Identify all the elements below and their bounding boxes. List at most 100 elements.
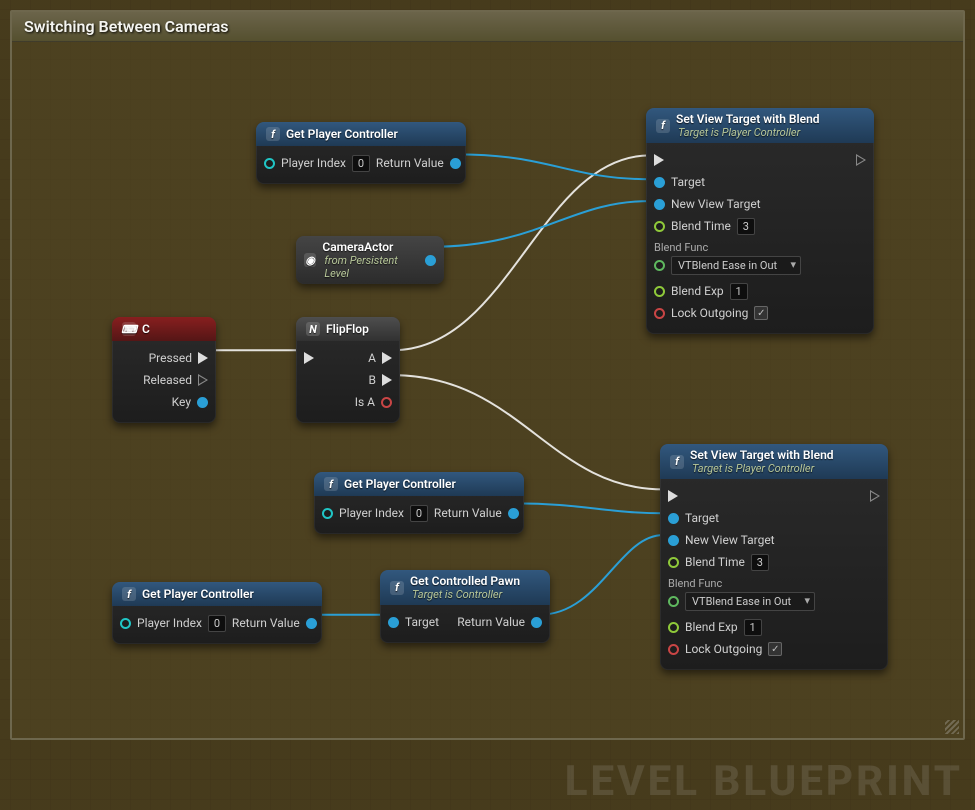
data-in-pin[interactable] (668, 622, 679, 633)
key-icon: ⌨ (122, 322, 136, 336)
lock-outgoing-checkbox[interactable]: ✓ (768, 642, 782, 656)
pin-label: Blend Exp (671, 284, 724, 298)
data-in-pin[interactable] (654, 221, 665, 232)
data-in-pin[interactable] (654, 286, 665, 297)
data-in-pin[interactable] (668, 596, 679, 607)
data-in-pin[interactable] (668, 535, 679, 546)
node-title: Get Player Controller (344, 477, 456, 491)
pin-label: Target (671, 175, 705, 189)
data-out-pin[interactable] (425, 255, 436, 266)
pin-label: Key (172, 395, 191, 409)
node-key-c[interactable]: ⌨ C Pressed Released Key (112, 317, 216, 423)
node-flipflop[interactable]: N FlipFlop A B Is A (296, 317, 400, 423)
data-in-pin[interactable] (668, 644, 679, 655)
node-header[interactable]: f Set View Target with Blend Target is P… (646, 108, 874, 143)
exec-out-pin[interactable] (382, 374, 392, 386)
node-header[interactable]: f Get Player Controller (256, 122, 466, 146)
pin-label: Return Value (376, 156, 444, 170)
node-header[interactable]: f Get Controlled Pawn Target is Controll… (380, 570, 550, 605)
function-icon: f (122, 587, 136, 601)
player-index-input[interactable]: 0 (352, 155, 370, 172)
node-set-view-target-2[interactable]: f Set View Target with Blend Target is P… (660, 444, 888, 670)
data-out-pin[interactable] (450, 158, 461, 169)
exec-out-pin[interactable] (198, 374, 208, 386)
pin-label: Return Value (457, 615, 525, 629)
node-get-player-controller[interactable]: f Get Player Controller Player Index 0 Re… (256, 122, 466, 184)
pin-label: Return Value (232, 616, 300, 630)
pin-label: B (369, 373, 376, 387)
resize-handle[interactable] (945, 720, 959, 734)
pin-label: Blend Time (671, 219, 731, 233)
data-in-pin[interactable] (120, 618, 131, 629)
data-in-pin[interactable] (668, 513, 679, 524)
node-subtitle: Target is Player Controller (692, 462, 834, 475)
node-camera-actor-ref[interactable]: ◉ CameraActor from Persistent Level (296, 236, 444, 284)
blend-time-input[interactable]: 3 (751, 554, 769, 571)
pin-label: Blend Func (668, 577, 880, 590)
blend-func-select[interactable]: VTBlend Ease in Out (671, 256, 801, 275)
pin-label: Is A (355, 395, 375, 409)
pin-label: Lock Outgoing (685, 642, 762, 656)
pin-label: A (368, 351, 376, 365)
exec-out-pin[interactable] (870, 490, 880, 502)
pin-label: Blend Func (654, 241, 866, 254)
node-header[interactable]: ◉ CameraActor from Persistent Level (296, 236, 444, 284)
pin-label: Target (405, 615, 439, 629)
blend-exp-input[interactable]: 1 (744, 619, 762, 636)
node-title: Get Player Controller (286, 127, 398, 141)
data-in-pin[interactable] (654, 199, 665, 210)
blueprint-canvas[interactable]: Switching Between Cameras (0, 0, 975, 810)
player-index-input[interactable]: 0 (208, 615, 226, 632)
data-in-pin[interactable] (654, 308, 665, 319)
pin-label: Target (685, 511, 719, 525)
node-header[interactable]: N FlipFlop (296, 317, 400, 341)
node-header[interactable]: f Get Player Controller (112, 582, 322, 606)
data-out-pin[interactable] (508, 508, 519, 519)
function-icon: f (266, 127, 280, 141)
lock-outgoing-checkbox[interactable]: ✓ (754, 306, 768, 320)
node-title: CameraActor (322, 240, 413, 254)
node-get-player-controller[interactable]: f Get Player Controller Player Index 0 Re… (112, 582, 322, 644)
data-in-pin[interactable] (322, 508, 333, 519)
blend-exp-input[interactable]: 1 (730, 283, 748, 300)
node-get-controlled-pawn[interactable]: f Get Controlled Pawn Target is Controll… (380, 570, 550, 643)
exec-in-pin[interactable] (304, 352, 314, 364)
exec-in-pin[interactable] (668, 490, 678, 502)
pin-label: Player Index (339, 506, 404, 520)
node-subtitle: Target is Player Controller (678, 126, 820, 139)
exec-in-pin[interactable] (654, 154, 664, 166)
data-in-pin[interactable] (654, 260, 665, 271)
node-header[interactable]: f Set View Target with Blend Target is P… (660, 444, 888, 479)
data-in-pin[interactable] (654, 177, 665, 188)
macro-icon: N (306, 322, 320, 336)
function-icon: f (656, 119, 670, 133)
exec-out-pin[interactable] (856, 154, 866, 166)
comment-title[interactable]: Switching Between Cameras (12, 12, 963, 42)
pin-label: Blend Time (685, 555, 745, 569)
exec-out-pin[interactable] (382, 352, 392, 364)
data-out-pin[interactable] (306, 618, 317, 629)
data-in-pin[interactable] (388, 617, 399, 628)
pin-label: Return Value (434, 506, 502, 520)
pin-label: Lock Outgoing (671, 306, 748, 320)
data-out-pin[interactable] (531, 617, 542, 628)
pin-label: Player Index (137, 616, 202, 630)
exec-out-pin[interactable] (198, 352, 208, 364)
data-in-pin[interactable] (668, 557, 679, 568)
blend-time-input[interactable]: 3 (737, 218, 755, 235)
node-subtitle: Target is Controller (412, 588, 520, 601)
blend-func-select[interactable]: VTBlend Ease in Out (685, 592, 815, 611)
data-out-pin[interactable] (197, 397, 208, 408)
pin-label: Player Index (281, 156, 346, 170)
data-in-pin[interactable] (264, 158, 275, 169)
player-index-input[interactable]: 0 (410, 505, 428, 522)
comment-box[interactable]: Switching Between Cameras (10, 10, 965, 740)
pin-label: New View Target (685, 533, 775, 547)
data-out-pin[interactable] (381, 397, 392, 408)
node-title: Get Player Controller (142, 587, 254, 601)
function-icon: f (670, 455, 684, 469)
node-get-player-controller[interactable]: f Get Player Controller Player Index 0 Re… (314, 472, 524, 534)
node-header[interactable]: f Get Player Controller (314, 472, 524, 496)
node-set-view-target-1[interactable]: f Set View Target with Blend Target is P… (646, 108, 874, 334)
node-header[interactable]: ⌨ C (112, 317, 216, 341)
